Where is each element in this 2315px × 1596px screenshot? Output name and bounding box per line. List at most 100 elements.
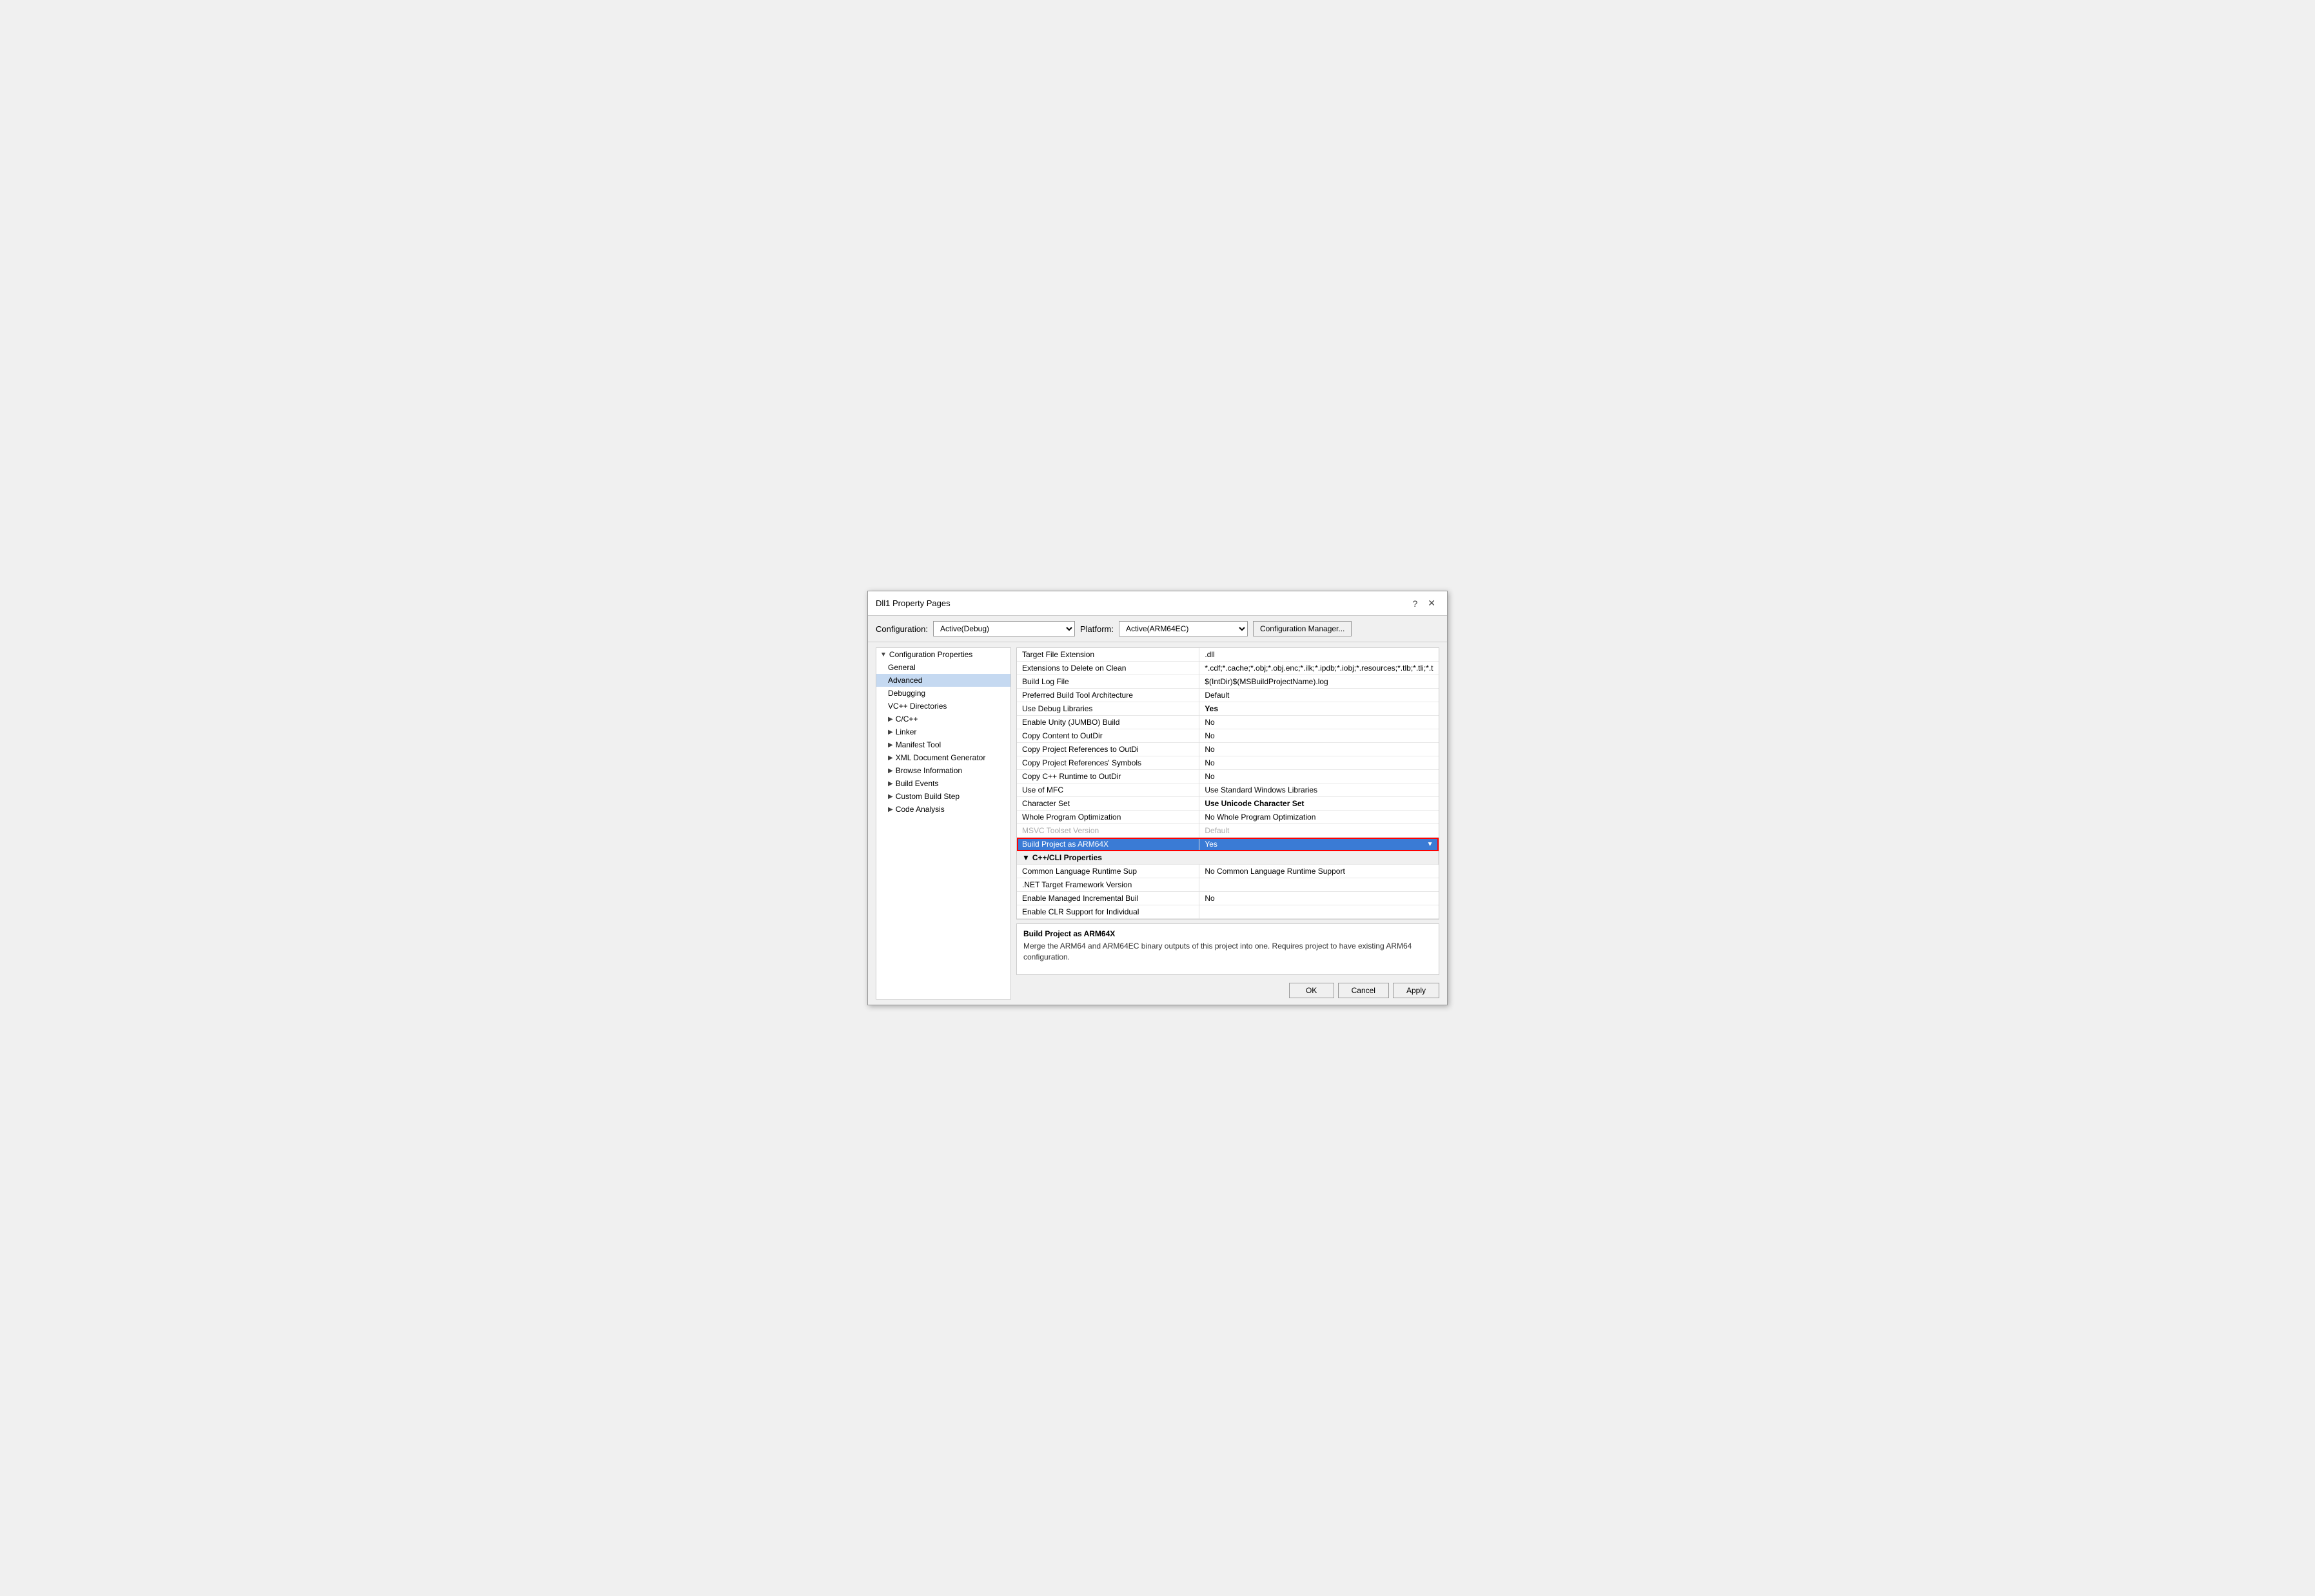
tree-item-vc-directories[interactable]: VC++ Directories <box>876 700 1010 713</box>
table-row-build-project-arm64x[interactable]: Build Project as ARM64X Yes ▼ <box>1017 838 1439 851</box>
help-button[interactable]: ? <box>1408 596 1421 610</box>
prop-value: Yes <box>1199 702 1439 716</box>
tree-item-label: Debugging <box>888 689 925 698</box>
ok-button[interactable]: OK <box>1289 983 1334 998</box>
tree-item-code-analysis[interactable]: ▶ Code Analysis <box>876 803 1010 816</box>
expand-arrow: ▶ <box>888 742 893 749</box>
dialog-title: Dll1 Property Pages <box>876 598 951 608</box>
table-section-header-clr: ▼C++/CLI Properties <box>1017 851 1439 865</box>
prop-value: No <box>1199 743 1439 756</box>
prop-name: Build Project as ARM64X <box>1017 838 1199 851</box>
prop-name: Common Language Runtime Sup <box>1017 865 1199 878</box>
prop-value: No Common Language Runtime Support <box>1199 865 1439 878</box>
prop-value <box>1199 878 1439 892</box>
prop-value: No <box>1199 729 1439 743</box>
expand-arrow: ▶ <box>888 754 893 762</box>
table-row: Character Set Use Unicode Character Set <box>1017 797 1439 811</box>
prop-name: Copy Content to OutDir <box>1017 729 1199 743</box>
tree-item-xml-document-generator[interactable]: ▶ XML Document Generator <box>876 751 1010 764</box>
close-button[interactable]: ✕ <box>1424 596 1439 610</box>
config-manager-button[interactable]: Configuration Manager... <box>1253 621 1352 636</box>
prop-value-text: Yes <box>1205 840 1217 849</box>
tree-item-label: Code Analysis <box>896 805 945 814</box>
prop-name: Target File Extension <box>1017 648 1199 662</box>
description-box: Build Project as ARM64X Merge the ARM64 … <box>1016 923 1439 975</box>
dropdown-arrow-icon[interactable]: ▼ <box>1427 841 1433 848</box>
tree-item-cpp[interactable]: ▶ C/C++ <box>876 713 1010 725</box>
tree-item-linker[interactable]: ▶ Linker <box>876 725 1010 738</box>
configuration-select[interactable]: Active(Debug) <box>933 621 1075 636</box>
prop-value: Yes ▼ <box>1199 838 1439 851</box>
tree-item-label: Build Events <box>896 779 939 788</box>
prop-value: No Whole Program Optimization <box>1199 811 1439 824</box>
prop-name: Character Set <box>1017 797 1199 811</box>
apply-button[interactable]: Apply <box>1393 983 1439 998</box>
prop-value: Use Unicode Character Set <box>1199 797 1439 811</box>
tree-item-custom-build-step[interactable]: ▶ Custom Build Step <box>876 790 1010 803</box>
properties-table: Target File Extension .dll Extensions to… <box>1017 648 1439 919</box>
tree-item-browse-information[interactable]: ▶ Browse Information <box>876 764 1010 777</box>
prop-name: Copy Project References' Symbols <box>1017 756 1199 770</box>
prop-name: Copy Project References to OutDi <box>1017 743 1199 756</box>
expand-arrow: ▶ <box>888 793 893 800</box>
prop-value: No <box>1199 716 1439 729</box>
expand-arrow: ▶ <box>888 780 893 787</box>
tree-item-label: General <box>888 663 916 672</box>
title-bar-buttons: ? ✕ <box>1408 596 1439 610</box>
tree-item-build-events[interactable]: ▶ Build Events <box>876 777 1010 790</box>
table-row: Common Language Runtime Sup No Common La… <box>1017 865 1439 878</box>
table-row: Target File Extension .dll <box>1017 648 1439 662</box>
expand-arrow: ▼ <box>880 651 887 658</box>
table-row: Copy Project References to OutDi No <box>1017 743 1439 756</box>
tree-item-advanced[interactable]: Advanced <box>876 674 1010 687</box>
table-row: Copy Content to OutDir No <box>1017 729 1439 743</box>
prop-value: Default <box>1199 689 1439 702</box>
table-row: Copy C++ Runtime to OutDir No <box>1017 770 1439 783</box>
cancel-button[interactable]: Cancel <box>1338 983 1389 998</box>
tree-item-label: C/C++ <box>896 714 918 724</box>
table-row: Enable Unity (JUMBO) Build No <box>1017 716 1439 729</box>
prop-name: Enable CLR Support for Individual <box>1017 905 1199 919</box>
tree-item-label: VC++ Directories <box>888 702 947 711</box>
prop-name: .NET Target Framework Version <box>1017 878 1199 892</box>
prop-value: No <box>1199 756 1439 770</box>
prop-name: Build Log File <box>1017 675 1199 689</box>
prop-value: No <box>1199 892 1439 905</box>
prop-value: No <box>1199 770 1439 783</box>
table-row: Copy Project References' Symbols No <box>1017 756 1439 770</box>
tree-item-label: XML Document Generator <box>896 753 986 762</box>
tree-item-label: Manifest Tool <box>896 740 941 749</box>
prop-value: Use Standard Windows Libraries <box>1199 783 1439 797</box>
table-row: Enable Managed Incremental Buil No <box>1017 892 1439 905</box>
table-row: Use of MFC Use Standard Windows Librarie… <box>1017 783 1439 797</box>
prop-name: Enable Unity (JUMBO) Build <box>1017 716 1199 729</box>
tree-item-configuration-properties[interactable]: ▼ Configuration Properties <box>876 648 1010 661</box>
platform-label: Platform: <box>1080 624 1114 634</box>
right-panel: Target File Extension .dll Extensions to… <box>1016 647 1439 1000</box>
tree-item-label: Advanced <box>888 676 922 685</box>
prop-value: *.cdf;*.cache;*.obj;*.obj.enc;*.ilk;*.ip… <box>1199 662 1439 675</box>
prop-name: Enable Managed Incremental Buil <box>1017 892 1199 905</box>
tree-item-debugging[interactable]: Debugging <box>876 687 1010 700</box>
title-bar: Dll1 Property Pages ? ✕ <box>868 591 1447 616</box>
tree-item-label: Configuration Properties <box>889 650 972 659</box>
tree-item-manifest-tool[interactable]: ▶ Manifest Tool <box>876 738 1010 751</box>
platform-select[interactable]: Active(ARM64EC) <box>1119 621 1248 636</box>
prop-name: MSVC Toolset Version <box>1017 824 1199 838</box>
tree-item-general[interactable]: General <box>876 661 1010 674</box>
prop-name: Use of MFC <box>1017 783 1199 797</box>
prop-value: .dll <box>1199 648 1439 662</box>
prop-name: Use Debug Libraries <box>1017 702 1199 716</box>
table-row: Extensions to Delete on Clean *.cdf;*.ca… <box>1017 662 1439 675</box>
prop-value: $(IntDir)$(MSBuildProjectName).log <box>1199 675 1439 689</box>
expand-arrow: ▶ <box>888 767 893 774</box>
expand-arrow: ▶ <box>888 729 893 736</box>
prop-name: Extensions to Delete on Clean <box>1017 662 1199 675</box>
prop-name: Whole Program Optimization <box>1017 811 1199 824</box>
prop-name: Preferred Build Tool Architecture <box>1017 689 1199 702</box>
table-row: Build Log File $(IntDir)$(MSBuildProject… <box>1017 675 1439 689</box>
description-text: Merge the ARM64 and ARM64EC binary outpu… <box>1023 941 1432 963</box>
config-label: Configuration: <box>876 624 928 634</box>
config-row: Configuration: Active(Debug) Platform: A… <box>868 616 1447 642</box>
prop-value: Default <box>1199 824 1439 838</box>
